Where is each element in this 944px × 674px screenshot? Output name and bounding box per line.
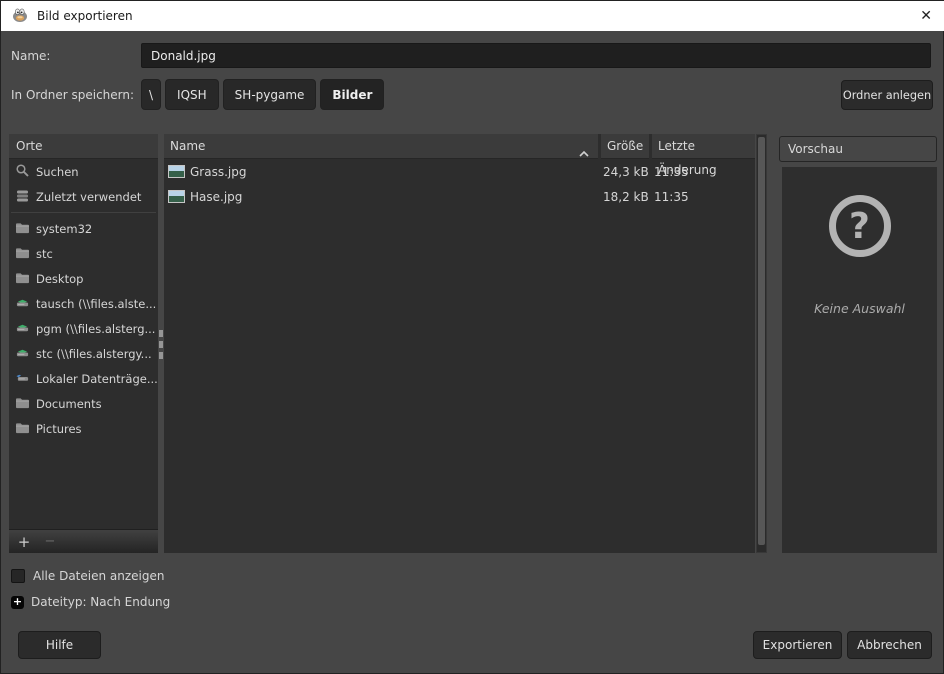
window-title: Bild exportieren [37, 9, 133, 23]
name-label: Name: [11, 49, 50, 63]
places-item-label: system32 [36, 222, 92, 236]
places-separator [9, 209, 158, 216]
column-header-name-label: Name [170, 139, 205, 153]
folder-icon [15, 246, 30, 262]
places-item-search[interactable]: Suchen [9, 159, 158, 184]
local-drive-icon [15, 371, 30, 387]
breadcrumb: \ IQSH SH-pygame Bilder [141, 79, 384, 110]
save-in-folder-label: In Ordner speichern: [11, 88, 134, 102]
filename-input[interactable] [141, 43, 931, 68]
column-header-modified[interactable]: Letzte Änderung [652, 134, 755, 159]
preview-panel: Vorschau ? Keine Auswahl [771, 134, 938, 553]
places-item-label: Documents [36, 397, 102, 411]
sort-ascending-icon [578, 142, 590, 166]
export-image-dialog: { "window": { "title": "Bild exportieren… [0, 0, 944, 674]
create-folder-button[interactable]: Ordner anlegen [841, 80, 933, 110]
places-item-label: Zuletzt verwendet [36, 190, 141, 204]
places-item-label: stc (\\files.alstergy... [36, 347, 152, 361]
breadcrumb-sh-pygame-button[interactable]: SH-pygame [223, 79, 317, 110]
network-drive-icon [15, 296, 30, 312]
places-item-local-drive[interactable]: Lokaler Datenträge... [9, 366, 158, 391]
scrollbar-thumb[interactable] [758, 137, 765, 545]
file-list-header: Name Größe Letzte Änderung [164, 134, 755, 159]
places-toolbar: + − [9, 529, 158, 553]
show-all-files-label: Alle Dateien anzeigen [33, 569, 164, 583]
network-drive-icon [15, 321, 30, 337]
places-item-stc[interactable]: stc [9, 241, 158, 266]
folder-icon [15, 421, 30, 437]
image-file-icon [168, 165, 185, 178]
places-item-label: Desktop [36, 272, 83, 286]
places-item-system32[interactable]: system32 [9, 216, 158, 241]
recent-icon [15, 188, 30, 206]
places-item-tausch-share[interactable]: tausch (\\files.alste... [9, 291, 158, 316]
file-list-scrollbar[interactable] [756, 134, 767, 553]
file-modified: 11:35 [652, 190, 755, 204]
places-item-label: tausch (\\files.alste... [36, 297, 156, 311]
folder-icon [15, 221, 30, 237]
filetype-expander[interactable]: + Dateityp: Nach Endung [11, 595, 170, 609]
column-header-size[interactable]: Größe [601, 134, 649, 159]
close-icon[interactable]: ✕ [920, 7, 932, 25]
places-item-label: Pictures [36, 422, 82, 436]
preview-content: ? Keine Auswahl [782, 167, 937, 553]
remove-place-button: − [39, 534, 61, 549]
breadcrumb-iqsh-button[interactable]: IQSH [165, 79, 219, 110]
folder-icon [15, 396, 30, 412]
places-panel: Orte Suchen Zuletzt verwendet system32 s… [9, 134, 158, 553]
places-item-pictures[interactable]: Pictures [9, 416, 158, 441]
resize-grip-dots [159, 330, 163, 363]
titlebar[interactable]: Bild exportieren ✕ [1, 1, 944, 31]
places-item-stc-share[interactable]: stc (\\files.alstergy... [9, 341, 158, 366]
breadcrumb-root-button[interactable]: \ [141, 79, 161, 110]
cancel-button[interactable]: Abbrechen [847, 631, 932, 659]
help-button[interactable]: Hilfe [18, 631, 101, 659]
show-all-files-option[interactable]: Alle Dateien anzeigen [11, 569, 164, 583]
breadcrumb-bilder-button[interactable]: Bilder [320, 79, 384, 110]
places-item-pgm-share[interactable]: pgm (\\files.alsterg... [9, 316, 158, 341]
file-name: Grass.jpg [190, 165, 246, 179]
places-item-label: stc [36, 247, 53, 261]
file-size: 18,2 kB [601, 190, 652, 204]
places-item-label: Suchen [36, 165, 79, 179]
expander-plus-icon[interactable]: + [11, 596, 24, 609]
places-item-desktop[interactable]: Desktop [9, 266, 158, 291]
places-item-recent[interactable]: Zuletzt verwendet [9, 184, 158, 209]
file-row-hase[interactable]: Hase.jpg 18,2 kB 11:35 [164, 184, 755, 209]
file-size: 24,3 kB [601, 165, 652, 179]
search-icon [15, 163, 30, 181]
places-item-documents[interactable]: Documents [9, 391, 158, 416]
image-file-icon [168, 190, 185, 203]
add-place-button[interactable]: + [9, 533, 39, 551]
gimp-wilber-icon[interactable] [11, 7, 29, 26]
folder-icon [15, 271, 30, 287]
places-item-label: pgm (\\files.alsterg... [36, 322, 155, 336]
question-mark-icon: ? [829, 195, 891, 257]
export-button[interactable]: Exportieren [753, 631, 842, 659]
column-header-name[interactable]: Name [164, 134, 598, 159]
no-selection-text: Keine Auswahl [782, 301, 937, 316]
filetype-label: Dateityp: Nach Endung [31, 595, 170, 609]
file-name: Hase.jpg [190, 190, 242, 204]
preview-header: Vorschau [779, 136, 937, 162]
network-drive-icon [15, 346, 30, 362]
places-header: Orte [9, 134, 158, 159]
places-item-label: Lokaler Datenträge... [36, 372, 158, 386]
show-all-files-checkbox[interactable] [11, 569, 25, 583]
file-list: Name Größe Letzte Änderung Grass.jpg 24,… [164, 134, 755, 553]
